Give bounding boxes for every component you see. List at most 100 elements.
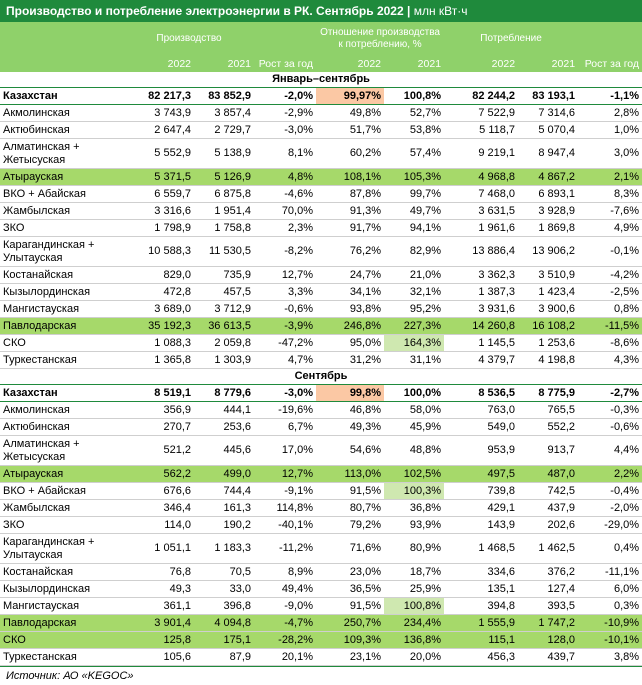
cell-c21: 742,5 bbox=[518, 482, 579, 500]
header-prod-2021: 2021 bbox=[194, 56, 255, 72]
cell-pg: 49,4% bbox=[254, 580, 317, 598]
cell-r21: 25,9% bbox=[384, 580, 445, 598]
cell-c22: 4 379,7 bbox=[444, 351, 519, 369]
cell-c21: 1 747,2 bbox=[518, 614, 579, 632]
cell-pg: 20,1% bbox=[254, 648, 317, 666]
table-row: Туркестанская 105,6 87,9 20,1% 23,1% 20,0% 456… bbox=[0, 648, 642, 666]
cell-c22: 4 968,8 bbox=[444, 168, 519, 186]
cell-cg: 0,8% bbox=[578, 300, 642, 318]
source-note: Источник: АО «KEGOC» bbox=[0, 666, 642, 685]
cell-c21: 6 893,1 bbox=[518, 185, 579, 203]
cell-c21: 1 423,4 bbox=[518, 283, 579, 301]
cell-cg: 4,4% bbox=[578, 435, 642, 466]
table-row: Жамбылская 3 316,6 1 951,4 70,0% 91,3% 49,7% 3… bbox=[0, 202, 642, 220]
region-name: Жамбылская bbox=[0, 202, 124, 220]
cell-r21: 94,1% bbox=[384, 219, 445, 237]
cell-p21: 190,2 bbox=[194, 516, 255, 534]
region-name: Акмолинская bbox=[0, 104, 124, 122]
cell-p21: 33,0 bbox=[194, 580, 255, 598]
region-name: Туркестанская bbox=[0, 648, 124, 666]
cell-pg: 114,8% bbox=[254, 499, 317, 517]
table-row: Кызылординская 472,8 457,5 3,3% 34,1% 32,1% 1 … bbox=[0, 283, 642, 301]
cell-p21: 161,3 bbox=[194, 499, 255, 517]
header-consumption: Потребление bbox=[444, 22, 579, 56]
cell-r22: 34,1% bbox=[316, 283, 385, 301]
cell-r22: 49,8% bbox=[316, 104, 385, 122]
cell-p21: 445,6 bbox=[194, 435, 255, 466]
table-row: ЗКО 114,0 190,2 -40,1% 79,2% 93,9% 143,9 202,6-… bbox=[0, 516, 642, 534]
cell-p22: 521,2 bbox=[124, 435, 194, 466]
cell-r21: 136,8% bbox=[384, 631, 445, 649]
header-cons-2022: 2022 bbox=[444, 56, 519, 72]
cell-pg: -9,0% bbox=[254, 597, 317, 615]
cell-p21: 175,1 bbox=[194, 631, 255, 649]
table-row: Карагандинская + Улытауская 1 051,1 1 183,… bbox=[0, 533, 642, 564]
header-cons-growth: Рост за год bbox=[578, 56, 642, 72]
cell-r22: 46,8% bbox=[316, 401, 385, 419]
cell-pg: -9,1% bbox=[254, 482, 317, 500]
cell-cg: -11,5% bbox=[578, 317, 642, 335]
cell-cg: -2,5% bbox=[578, 283, 642, 301]
cell-r21: 52,7% bbox=[384, 104, 445, 122]
table-row: Мангистауская 3 689,0 3 712,9 -0,6% 93,8% 95,… bbox=[0, 300, 642, 318]
cell-r21: 100,3% bbox=[384, 482, 445, 500]
cell-c22: 13 886,4 bbox=[444, 236, 519, 267]
cell-r22: 91,5% bbox=[316, 597, 385, 615]
region-name: Карагандинская + Улытауская bbox=[0, 236, 124, 267]
cell-cg: -2,7% bbox=[578, 384, 642, 402]
region-name: Туркестанская bbox=[0, 351, 124, 369]
table-row: Кызылординская 49,3 33,0 49,4% 36,5% 25,9% 135… bbox=[0, 580, 642, 598]
cell-c21: 7 314,6 bbox=[518, 104, 579, 122]
region-name: Алматинская + Жетысуская bbox=[0, 138, 124, 169]
cell-p22: 346,4 bbox=[124, 499, 194, 517]
cell-cg: -0,6% bbox=[578, 418, 642, 436]
cell-r21: 102,5% bbox=[384, 465, 445, 483]
cell-c22: 1 468,5 bbox=[444, 533, 519, 564]
region-name: Мангистауская bbox=[0, 300, 124, 318]
cell-p22: 1 798,9 bbox=[124, 219, 194, 237]
cell-p22: 1 051,1 bbox=[124, 533, 194, 564]
cell-r22: 23,0% bbox=[316, 563, 385, 581]
header-row-2: 2022 2021 Рост за год 2022 2021 2022 202… bbox=[0, 56, 642, 72]
cell-c21: 5 070,4 bbox=[518, 121, 579, 139]
table-row: Павлодарская 3 901,4 4 094,8 -4,7% 250,7% 234… bbox=[0, 614, 642, 632]
cell-p22: 1 088,3 bbox=[124, 334, 194, 352]
cell-pg: -40,1% bbox=[254, 516, 317, 534]
cell-r22: 51,7% bbox=[316, 121, 385, 139]
cell-p21: 444,1 bbox=[194, 401, 255, 419]
cell-p21: 396,8 bbox=[194, 597, 255, 615]
table-row: СКО 125,8 175,1 -28,2% 109,3% 136,8% 115,1 128,… bbox=[0, 631, 642, 649]
cell-r22: 91,5% bbox=[316, 482, 385, 500]
cell-r22: 113,0% bbox=[316, 465, 385, 483]
cell-cg: -0,1% bbox=[578, 236, 642, 267]
cell-pg: 2,3% bbox=[254, 219, 317, 237]
region-name: Атырауская bbox=[0, 465, 124, 483]
header-ratio: Отношение производства к потреблению, % bbox=[316, 22, 445, 56]
cell-p22: 5 371,5 bbox=[124, 168, 194, 186]
table-row: Актюбинская 2 647,4 2 729,7 -3,0% 51,7% 53,8%… bbox=[0, 121, 642, 139]
cell-p21: 36 613,5 bbox=[194, 317, 255, 335]
cell-p22: 829,0 bbox=[124, 266, 194, 284]
region-name: Казахстан bbox=[0, 384, 124, 402]
cell-p21: 499,0 bbox=[194, 465, 255, 483]
cell-p22: 361,1 bbox=[124, 597, 194, 615]
cell-c21: 913,7 bbox=[518, 435, 579, 466]
region-name: Жамбылская bbox=[0, 499, 124, 517]
cell-c21: 3 928,9 bbox=[518, 202, 579, 220]
cell-p22: 35 192,3 bbox=[124, 317, 194, 335]
cell-c21: 4 867,2 bbox=[518, 168, 579, 186]
cell-r21: 32,1% bbox=[384, 283, 445, 301]
cell-p22: 5 552,9 bbox=[124, 138, 194, 169]
cell-pg: -19,6% bbox=[254, 401, 317, 419]
cell-c22: 456,3 bbox=[444, 648, 519, 666]
cell-c22: 3 931,6 bbox=[444, 300, 519, 318]
cell-p22: 3 689,0 bbox=[124, 300, 194, 318]
cell-p21: 253,6 bbox=[194, 418, 255, 436]
cell-r22: 54,6% bbox=[316, 435, 385, 466]
header-prod-growth: Рост за год bbox=[254, 56, 317, 72]
region-name: ВКО + Абайская bbox=[0, 482, 124, 500]
cell-cg: -10,9% bbox=[578, 614, 642, 632]
cell-p21: 5 126,9 bbox=[194, 168, 255, 186]
cell-r21: 99,7% bbox=[384, 185, 445, 203]
cell-cg: -0,4% bbox=[578, 482, 642, 500]
